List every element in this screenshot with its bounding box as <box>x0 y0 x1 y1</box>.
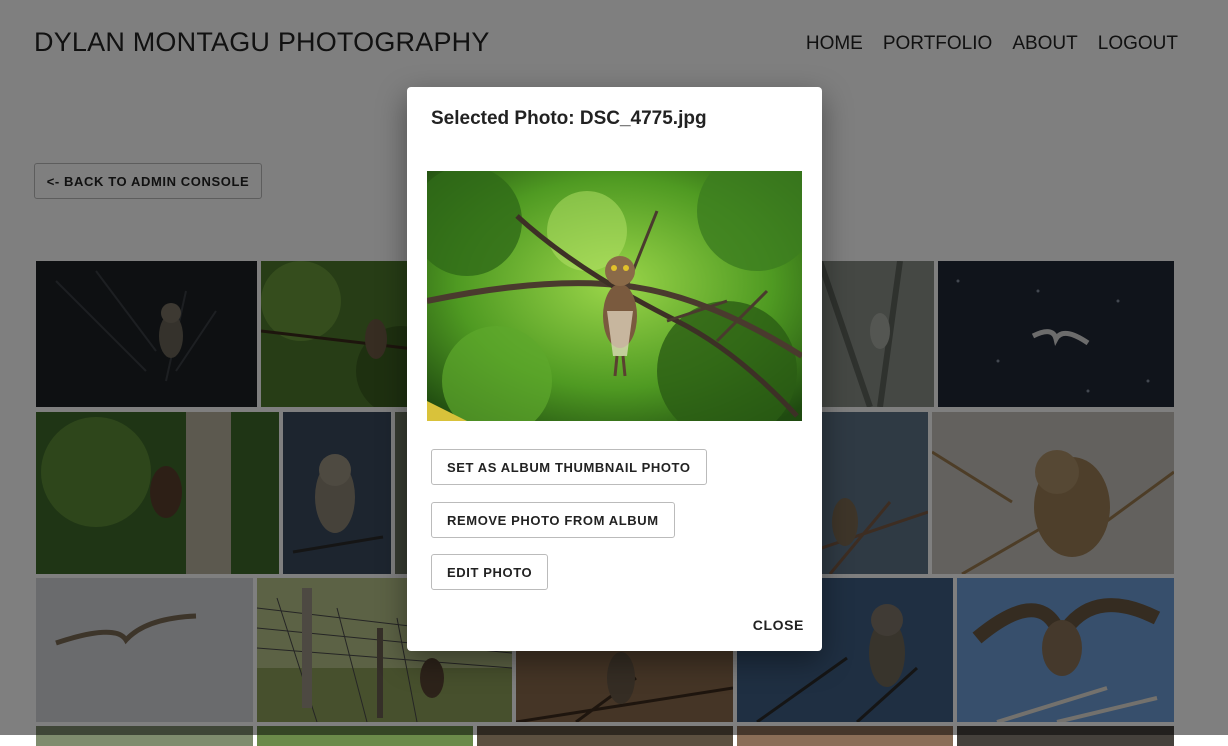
set-album-thumbnail-button[interactable]: SET AS ALBUM THUMBNAIL PHOTO <box>431 449 707 485</box>
close-button[interactable]: CLOSE <box>753 617 804 633</box>
selected-photo-dialog: Selected Photo: DSC_4775.jpg SET AS ALBU… <box>407 87 822 651</box>
remove-photo-button[interactable]: REMOVE PHOTO FROM ALBUM <box>431 502 675 538</box>
dialog-title: Selected Photo: DSC_4775.jpg <box>431 108 707 129</box>
selected-photo-preview <box>427 171 802 421</box>
edit-photo-button[interactable]: EDIT PHOTO <box>431 554 549 590</box>
